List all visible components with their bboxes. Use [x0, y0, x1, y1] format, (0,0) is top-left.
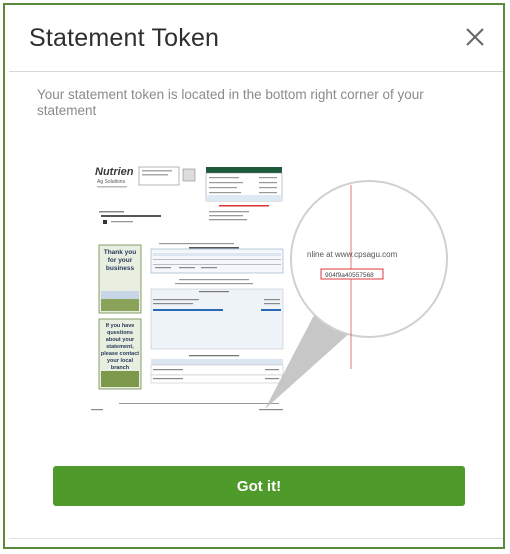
- dialog-title: Statement Token: [29, 24, 220, 52]
- qr-code-icon: [182, 168, 196, 182]
- dialog-subtitle: Your statement token is located in the b…: [37, 87, 424, 118]
- callout-url-text: nline at www.cpsagu.com: [307, 250, 398, 259]
- token-location: [259, 409, 283, 411]
- dialog-footer-divider: [9, 538, 503, 539]
- statement-illustration: Nutrien Ag Solutions Thank you for your …: [89, 159, 448, 419]
- questions-text: If you have questions about your stateme…: [100, 323, 140, 371]
- statement-token-dialog: Statement Token Your statement token is …: [9, 7, 503, 547]
- got-it-button[interactable]: Got it!: [53, 466, 465, 506]
- dialog-frame: Statement Token Your statement token is …: [3, 3, 505, 549]
- callout-token: 904f9a40557568: [325, 272, 374, 279]
- dialog-header: Statement Token: [9, 7, 503, 72]
- statement-brand-sub: Ag Solutions: [97, 179, 126, 185]
- statement-brand: Nutrien: [95, 166, 134, 178]
- magnifier-callout: [290, 180, 448, 338]
- close-button[interactable]: [461, 23, 489, 51]
- close-icon: [466, 28, 484, 46]
- thank-you-text: Thank you for your business: [103, 249, 137, 272]
